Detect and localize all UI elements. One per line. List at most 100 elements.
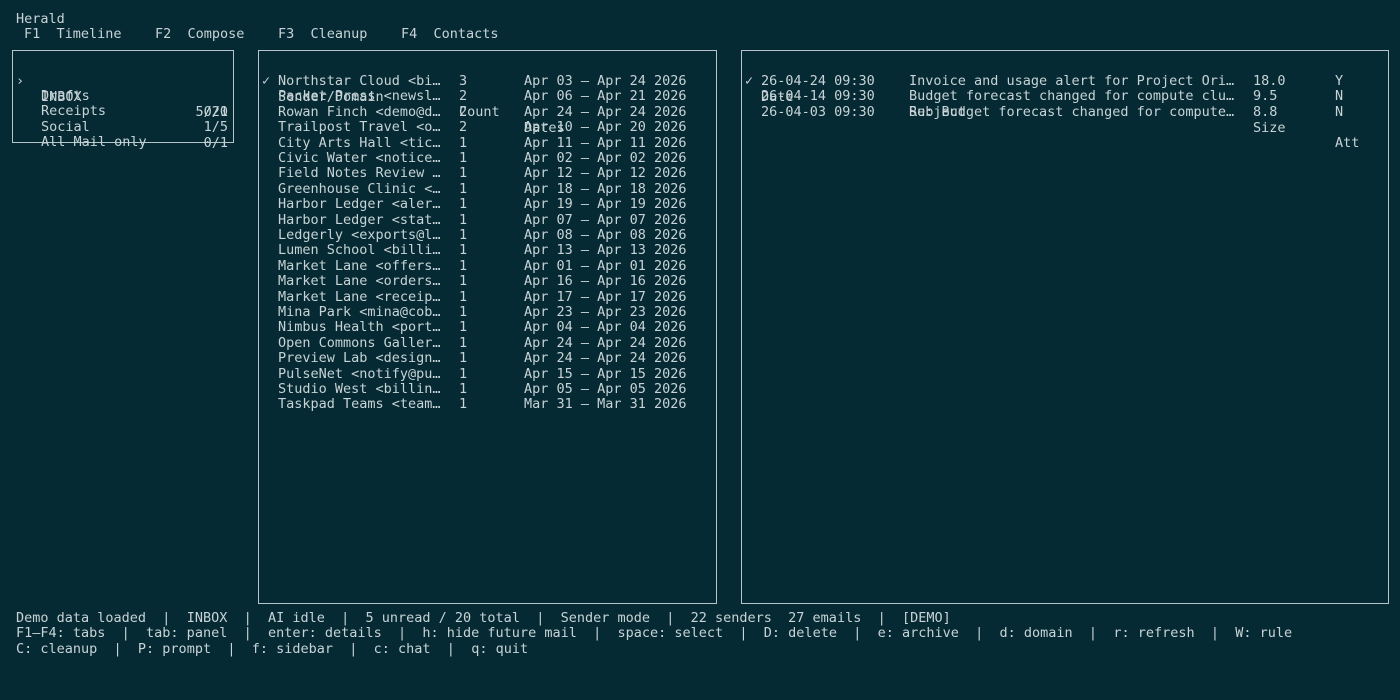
sender-row[interactable]: Rowan Finch <demo@d… 2 Apr 24 – Apr 24 202… — [262, 105, 712, 120]
sender-count: 2 — [459, 89, 468, 105]
tab-timeline[interactable]: F1 Timeline — [24, 26, 122, 42]
folder-item-receipts[interactable]: Receipts 1/5 — [16, 89, 228, 134]
sender-count: 1 — [459, 258, 468, 274]
status-item: INBOX — [186, 610, 228, 626]
sender-row[interactable]: Ledgerly <exports@l… 1 Apr 08 – Apr 08 202… — [262, 228, 712, 243]
sender-dates: Mar 31 – Mar 31 2026 — [524, 397, 687, 413]
keybinding-hint: W: rule — [1235, 625, 1293, 641]
sender-dates: Apr 11 – Apr 11 2026 — [524, 135, 687, 151]
tab-label: Contacts — [433, 26, 499, 42]
sender-dates: Apr 13 – Apr 13 2026 — [524, 243, 687, 259]
sender-row[interactable]: Taskpad Teams <team… 1 Mar 31 – Mar 31 202… — [262, 397, 712, 412]
email-attachment: N — [1335, 104, 1344, 120]
keybinding-hint: D: delete — [763, 625, 837, 641]
sender-row[interactable]: Market Lane <offers… 1 Apr 01 – Apr 01 202… — [262, 259, 712, 274]
sender-count: 1 — [459, 166, 468, 182]
email-row[interactable]: 26-04-24 09:30 Invoice and usage alert fo… — [745, 74, 1385, 89]
keybinding-help-line-2: C: cleanup | P: prompt | f: sidebar | c:… — [16, 641, 528, 657]
folder-item-inbox[interactable]: › INBOX 5/20 — [16, 59, 228, 120]
tab-contacts[interactable]: F4 Contacts — [401, 26, 499, 42]
tab-compose[interactable]: F2 Compose — [155, 26, 244, 42]
sender-row[interactable]: Preview Lab <design… 1 Apr 24 – Apr 24 202… — [262, 351, 712, 366]
separator: | — [723, 625, 764, 641]
sender-count: 1 — [459, 135, 468, 151]
email-table-header: ✓ Date Subject Size Att — [745, 59, 1385, 151]
sender-row[interactable]: Nimbus Health <port… 1 Apr 04 – Apr 04 202… — [262, 320, 712, 335]
sender-dates: Apr 15 – Apr 15 2026 — [524, 366, 687, 382]
email-row[interactable]: 26-04-14 09:30 Budget forecast changed fo… — [745, 89, 1385, 104]
sender-count: 2 — [459, 104, 468, 120]
sender-count: 1 — [459, 289, 468, 305]
email-size: 18.0 — [1253, 74, 1286, 89]
sender-name: Preview Lab <design… — [278, 351, 441, 367]
sender-row[interactable]: PulseNet <notify@pu… 1 Apr 15 – Apr 15 202… — [262, 367, 712, 382]
sender-row[interactable]: Market Lane <orders… 1 Apr 16 – Apr 16 202… — [262, 274, 712, 289]
sender-row[interactable]: City Arts Hall <tic… 1 Apr 11 – Apr 11 202… — [262, 136, 712, 151]
folder-item-drafts[interactable]: Drafts 0/1 — [16, 74, 228, 119]
separator: | — [97, 641, 138, 657]
keybinding-hint: d: domain — [999, 625, 1073, 641]
sender-dates: Apr 08 – Apr 08 2026 — [524, 228, 687, 243]
sender-count: 1 — [459, 274, 468, 290]
separator: | — [958, 625, 1000, 641]
sender-row[interactable]: Packet Press <newsl… 2 Apr 06 – Apr 21 202… — [262, 89, 712, 104]
separator: | — [650, 610, 691, 626]
sender-row[interactable]: Field Notes Review … 1 Apr 12 – Apr 12 202… — [262, 166, 712, 181]
sender-name: Field Notes Review … — [278, 166, 441, 182]
email-row[interactable]: 26-04-03 09:30 Re: Budget forecast change… — [745, 105, 1385, 120]
sender-row[interactable]: Trailpost Travel <o… 2 Apr 10 – Apr 20 202… — [262, 120, 712, 135]
email-date: 26-04-24 09:30 — [761, 74, 875, 89]
sender-row[interactable]: Lumen School <billi… 1 Apr 13 – Apr 13 202… — [262, 243, 712, 258]
email-date: 26-04-14 09:30 — [761, 89, 875, 105]
keybinding-hint: enter: details — [267, 625, 382, 641]
email-panel[interactable]: ✓ Date Subject Size Att 26-04-24 09:30 In… — [741, 50, 1389, 604]
sender-dates: Apr 05 – Apr 05 2026 — [524, 382, 687, 397]
email-size: 8.8 — [1253, 104, 1278, 120]
sender-row[interactable]: Harbor Ledger <aler… 1 Apr 19 – Apr 19 202… — [262, 197, 712, 212]
sender-name: Market Lane <receip… — [278, 289, 441, 305]
sender-name: Harbor Ledger <aler… — [278, 197, 441, 213]
sender-panel[interactable]: ✓ Sender/Domain Count Dates Northstar Cl… — [258, 50, 717, 604]
sender-dates: Apr 02 – Apr 02 2026 — [524, 151, 687, 166]
sender-dates: Apr 19 – Apr 19 2026 — [524, 197, 687, 213]
keybinding-hint: P: prompt — [137, 641, 212, 657]
keybinding-hint: tab: panel — [146, 625, 228, 641]
status-item: [DEMO] — [901, 610, 951, 626]
sender-row[interactable]: Open Commons Galler… 1 Apr 24 – Apr 24 202… — [262, 336, 712, 351]
sender-row[interactable]: Greenhouse Clinic <… 1 Apr 18 – Apr 18 202… — [262, 182, 712, 197]
sender-count: 1 — [459, 228, 468, 243]
tab-cleanup[interactable]: F3 Cleanup — [278, 26, 368, 42]
column-header-att[interactable]: Att — [1335, 136, 1359, 151]
sender-row[interactable]: Harbor Ledger <stat… 1 Apr 07 – Apr 07 202… — [262, 213, 712, 228]
sender-row[interactable]: Civic Water <notice… 1 Apr 02 – Apr 02 202… — [262, 151, 712, 166]
sender-row[interactable]: Mina Park <mina@cob… 1 Apr 23 – Apr 23 202… — [262, 305, 712, 320]
sender-dates: Apr 01 – Apr 01 2026 — [524, 258, 687, 274]
sender-name: Taskpad Teams <team… — [278, 397, 441, 413]
sender-name: Mina Park <mina@cob… — [278, 305, 441, 320]
keybinding-hint: e: archive — [877, 625, 959, 641]
sender-count: 1 — [459, 397, 468, 413]
email-subject: Re: Budget forecast changed for compute… — [909, 104, 1235, 120]
tab-key: F4 — [401, 26, 418, 42]
folder-item-social[interactable]: Social 0/1 — [16, 105, 228, 150]
sender-name: Ledgerly <exports@l… — [278, 228, 441, 243]
status-item: Demo data loaded — [16, 610, 147, 626]
tab-key: F3 — [278, 26, 295, 42]
sender-dates: Apr 24 – Apr 24 2026 — [524, 351, 687, 367]
sender-count: 1 — [459, 197, 468, 213]
sender-count: 1 — [459, 366, 468, 382]
folder-item-all-mail-only[interactable]: All Mail only — [16, 120, 228, 150]
separator: | — [430, 641, 472, 657]
sender-count: 2 — [459, 120, 468, 136]
folder-panel[interactable]: › INBOX 5/20 Drafts 0/1 Receipts 1/5 Soc… — [12, 50, 234, 151]
tab-label: Cleanup — [310, 26, 368, 42]
column-header-size[interactable]: Size — [1253, 121, 1286, 136]
separator: | — [861, 610, 902, 626]
sender-dates: Apr 17 – Apr 17 2026 — [524, 289, 687, 305]
sender-row[interactable]: Studio West <billin… 1 Apr 05 – Apr 05 202… — [262, 382, 712, 397]
sender-row[interactable]: Market Lane <receip… 1 Apr 17 – Apr 17 202… — [262, 290, 712, 305]
sender-row[interactable]: Northstar Cloud <bi… 3 Apr 03 – Apr 24 202… — [262, 74, 712, 89]
separator: | — [211, 641, 252, 657]
sender-dates: Apr 03 – Apr 24 2026 — [524, 74, 687, 89]
sender-dates: Apr 24 – Apr 24 2026 — [524, 104, 687, 120]
